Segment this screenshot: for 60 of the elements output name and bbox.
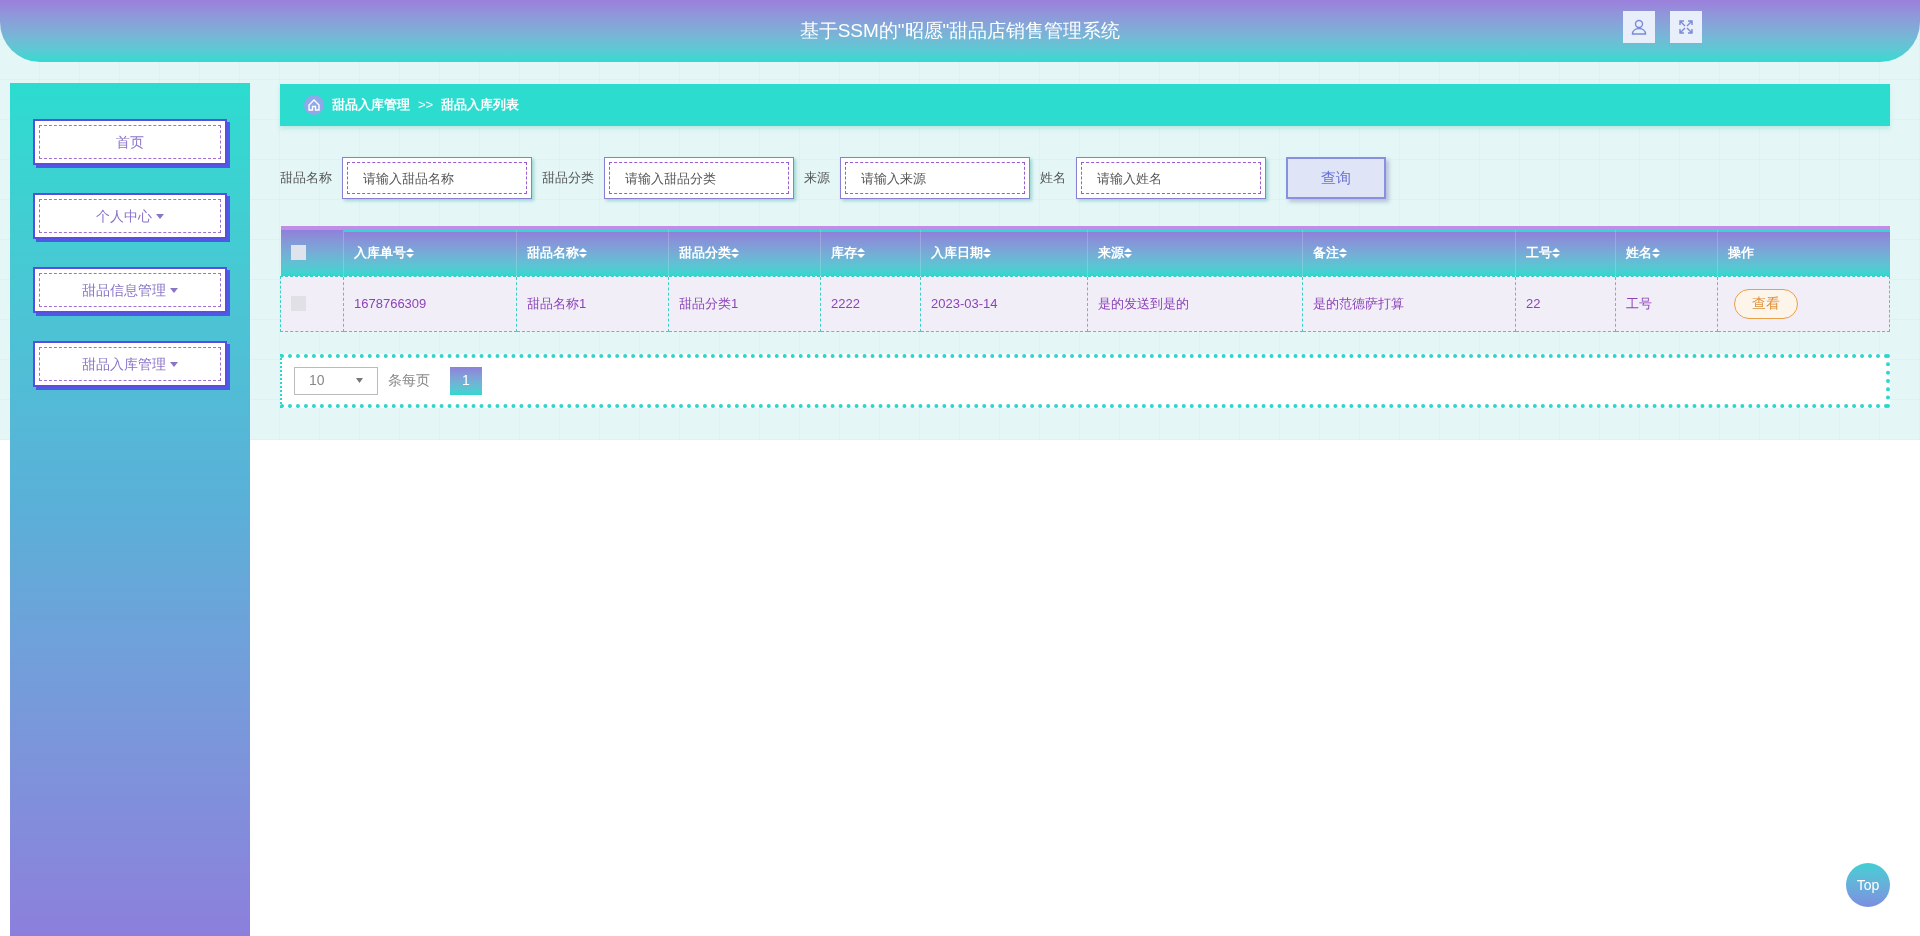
sidebar-item[interactable]: 个人中心 — [33, 193, 227, 239]
input-field[interactable]: 请输入甜品分类 — [604, 157, 794, 199]
table-cell: 是的发送到是的 — [1098, 295, 1189, 311]
sort-icon[interactable] — [731, 247, 739, 258]
fullscreen-button[interactable] — [1670, 11, 1702, 43]
window-title: 基于SSM的"昭愿"甜品店销售管理系统 — [799, 18, 1121, 43]
breadcrumb-separator: >> — [418, 96, 434, 115]
table-cell: 2222 — [831, 295, 860, 311]
view-button[interactable]: 查看 — [1734, 288, 1798, 319]
field-label: 甜品分类 — [542, 169, 594, 188]
user-icon — [1630, 18, 1648, 36]
page-size-select[interactable]: 10 — [294, 366, 378, 395]
page-button[interactable]: 1 — [450, 366, 482, 395]
sidebar-item[interactable]: 甜品信息管理 — [33, 267, 227, 313]
column-header[interactable]: 入库日期 — [931, 243, 983, 263]
search-button[interactable]: 查询 — [1286, 157, 1386, 199]
sidebar-item[interactable]: 甜品入库管理 — [33, 341, 227, 387]
user-button[interactable] — [1623, 11, 1655, 43]
input-field[interactable]: 请输入姓名 — [1076, 157, 1266, 199]
input-field[interactable]: 请输入来源 — [840, 157, 1030, 199]
sidebar-item[interactable]: 首页 — [33, 119, 227, 165]
column-header[interactable]: 库存 — [831, 243, 857, 263]
field-label: 来源 — [804, 169, 830, 188]
caret-icon — [356, 378, 363, 383]
sort-icon[interactable] — [1652, 247, 1660, 258]
fullscreen-icon — [1678, 19, 1694, 35]
checkbox[interactable] — [290, 245, 306, 261]
column-header: 操作 — [1728, 244, 1754, 262]
column-header[interactable]: 工号 — [1526, 243, 1552, 263]
table-cell: 甜品分类1 — [679, 295, 739, 311]
input-field[interactable]: 请输入甜品名称 — [342, 157, 532, 199]
column-header[interactable]: 来源 — [1098, 243, 1124, 263]
sort-icon[interactable] — [579, 247, 587, 258]
table-cell: 22 — [1526, 295, 1541, 311]
breadcrumb-link[interactable]: 甜品入库列表 — [441, 95, 520, 115]
sort-icon[interactable] — [1124, 247, 1132, 258]
sort-icon[interactable] — [406, 247, 414, 258]
home-icon — [304, 95, 324, 115]
sort-icon[interactable] — [857, 247, 865, 258]
table-cell: 工号 — [1626, 295, 1652, 311]
sort-icon[interactable] — [983, 247, 991, 258]
sort-icon[interactable] — [1552, 247, 1560, 258]
table-cell: 是的范德萨打算 — [1313, 295, 1404, 311]
column-header[interactable]: 姓名 — [1626, 243, 1652, 263]
caret-icon — [156, 213, 164, 219]
field-label: 甜品名称 — [280, 169, 332, 188]
caret-icon — [170, 287, 178, 293]
caret-icon — [170, 361, 178, 367]
table-cell: 1678766309 — [354, 295, 427, 311]
table-cell: 甜品名称1 — [527, 295, 587, 311]
sort-icon[interactable] — [1339, 247, 1347, 258]
breadcrumb-link[interactable]: 甜品入库管理 — [332, 95, 410, 115]
column-header[interactable]: 甜品名称 — [527, 243, 579, 263]
column-header[interactable]: 甜品分类 — [679, 243, 731, 263]
column-header[interactable]: 备注 — [1313, 243, 1339, 263]
field-label: 姓名 — [1040, 169, 1066, 188]
column-header[interactable]: 入库单号 — [354, 243, 406, 263]
page-size-label: 条每页 — [388, 371, 430, 390]
top-button[interactable]: Top — [1846, 863, 1890, 907]
table-cell: 2023-03-14 — [931, 295, 998, 311]
